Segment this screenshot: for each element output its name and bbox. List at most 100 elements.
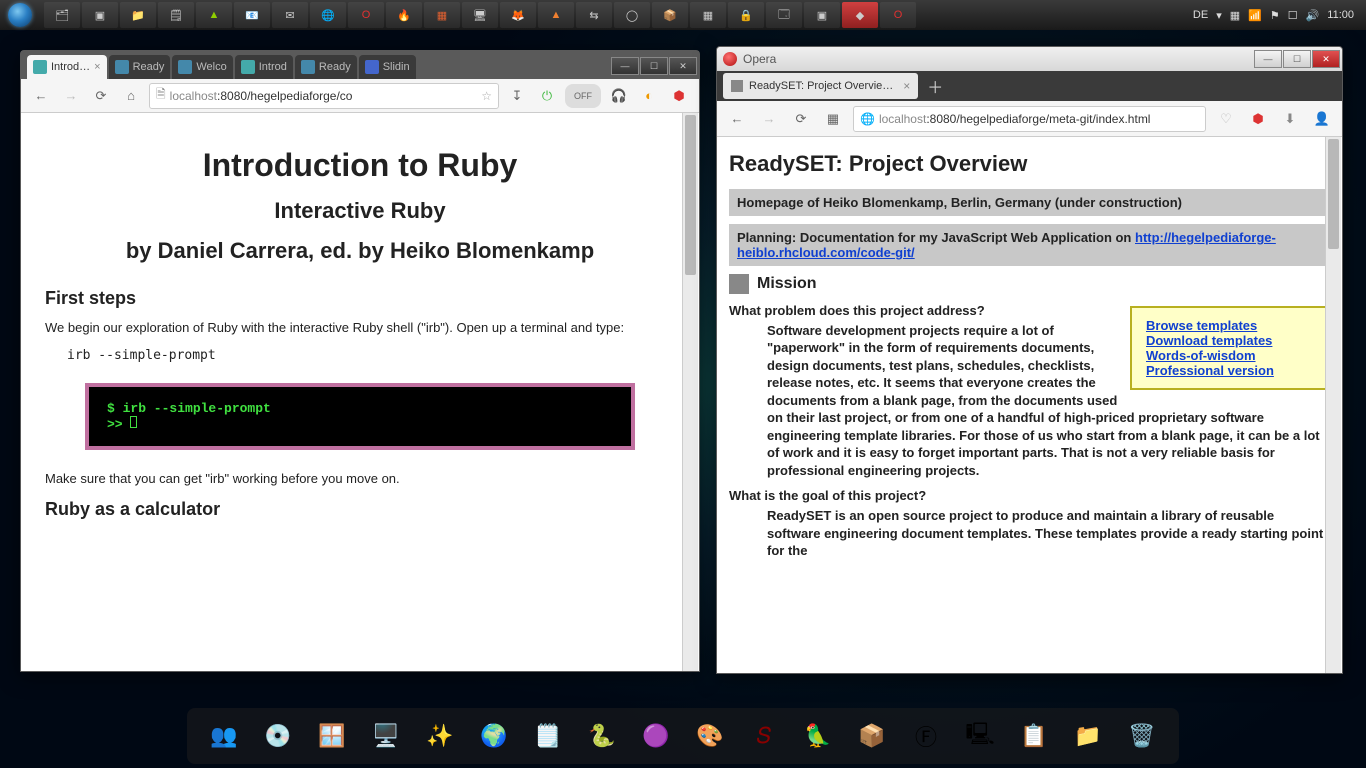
task-item[interactable]: ▲ bbox=[196, 2, 232, 28]
scrollbar[interactable] bbox=[1325, 137, 1341, 673]
task-item[interactable]: ▣ bbox=[82, 2, 118, 28]
tab-close-icon[interactable]: × bbox=[94, 61, 100, 73]
link-words-of-wisdom[interactable]: Words-of-wisdom bbox=[1146, 348, 1314, 363]
task-item[interactable]: ◯ bbox=[614, 2, 650, 28]
heart-icon[interactable]: ♡ bbox=[1214, 107, 1238, 131]
ext-icon[interactable]: ◐ bbox=[637, 84, 661, 108]
tab[interactable]: Welco bbox=[172, 55, 232, 79]
task-item[interactable]: 🗒 bbox=[158, 2, 194, 28]
tray-dropdown-icon[interactable]: ▾ bbox=[1216, 9, 1222, 22]
ext-icon[interactable]: ⬢ bbox=[667, 84, 691, 108]
home-button[interactable]: ⌂ bbox=[119, 84, 143, 108]
forward-button[interactable]: → bbox=[757, 107, 781, 131]
tray-icon[interactable]: ☐ bbox=[1288, 9, 1298, 22]
star-icon[interactable]: ☆ bbox=[481, 89, 492, 103]
ext-icon[interactable]: ↧ bbox=[505, 84, 529, 108]
task-item[interactable]: 📦 bbox=[652, 2, 688, 28]
tab-readyset[interactable]: ReadySET: Project Overvie… × bbox=[723, 73, 918, 99]
url-bar[interactable]: 🌐 localhost:8080/hegelpediaforge/meta-gi… bbox=[853, 106, 1206, 132]
clock[interactable]: 11:00 bbox=[1327, 9, 1354, 21]
scrollbar-thumb[interactable] bbox=[1328, 139, 1339, 249]
start-button[interactable] bbox=[0, 0, 40, 30]
dock-item[interactable]: 🐍 bbox=[579, 713, 625, 759]
ext-icon[interactable]: ⏻ bbox=[535, 84, 559, 108]
tab-label: Slidin bbox=[383, 61, 410, 73]
minimize-button[interactable]: — bbox=[611, 57, 639, 75]
dock-item[interactable]: 🪟 bbox=[309, 713, 355, 759]
network-icon[interactable]: 📶 bbox=[1248, 9, 1262, 22]
task-item[interactable]: ✉ bbox=[272, 2, 308, 28]
dock-item[interactable]: 🌍 bbox=[471, 713, 517, 759]
dock-item[interactable]: 📋 bbox=[1011, 713, 1057, 759]
task-item[interactable]: ◆ bbox=[842, 2, 878, 28]
task-item[interactable]: 🖥 bbox=[462, 2, 498, 28]
close-button[interactable]: ✕ bbox=[669, 57, 697, 75]
task-item[interactable]: 🗔 bbox=[766, 2, 802, 28]
maximize-button[interactable]: ☐ bbox=[1283, 50, 1311, 68]
link-browse-templates[interactable]: Browse templates bbox=[1146, 318, 1314, 333]
scrollbar[interactable] bbox=[682, 113, 698, 671]
dock-item[interactable]: 🗑️ bbox=[1119, 713, 1165, 759]
url-bar[interactable]: 🗎 localhost:8080/hegelpediaforge/co ☆ bbox=[149, 83, 499, 109]
task-item[interactable]: O bbox=[880, 2, 916, 28]
tray-icon[interactable]: ⚑ bbox=[1270, 9, 1280, 22]
tab-close-icon[interactable]: × bbox=[903, 79, 910, 93]
dock-item[interactable]: 🖳 bbox=[957, 713, 1003, 759]
language-indicator[interactable]: DE bbox=[1193, 9, 1208, 21]
forward-button[interactable]: → bbox=[59, 84, 83, 108]
task-item[interactable]: 🦊 bbox=[500, 2, 536, 28]
dock-item[interactable]: 𝑆 bbox=[741, 713, 787, 759]
task-item[interactable]: 🔥 bbox=[386, 2, 422, 28]
reload-button[interactable]: ⟳ bbox=[89, 84, 113, 108]
tab[interactable]: Ready bbox=[109, 55, 171, 79]
task-item[interactable]: ▲ bbox=[538, 2, 574, 28]
task-item[interactable]: 🔒 bbox=[728, 2, 764, 28]
dock-item[interactable]: 👥 bbox=[201, 713, 247, 759]
dock-item[interactable]: 🎨 bbox=[687, 713, 733, 759]
back-button[interactable]: ← bbox=[29, 84, 53, 108]
dock-item[interactable]: 🗒️ bbox=[525, 713, 571, 759]
new-tab-button[interactable]: ＋ bbox=[924, 75, 946, 97]
dock-item[interactable]: 🟣 bbox=[633, 713, 679, 759]
back-button[interactable]: ← bbox=[725, 107, 749, 131]
maximize-button[interactable]: ☐ bbox=[640, 57, 668, 75]
download-icon[interactable]: ⬇ bbox=[1278, 107, 1302, 131]
app-title: Opera bbox=[743, 52, 776, 66]
dock-item[interactable]: 🖥️ bbox=[363, 713, 409, 759]
taskbar-items: 🗂 ▣ 📁 🗒 ▲ 📧 ✉ 🌐 O 🔥 ▦ 🖥 🦊 ▲ ⇆ ◯ 📦 ▦ 🔒 🗔 … bbox=[44, 2, 916, 28]
link-professional-version[interactable]: Professional version bbox=[1146, 363, 1314, 378]
answer: ReadySET is an open source project to pr… bbox=[767, 507, 1330, 560]
task-item[interactable]: 📁 bbox=[120, 2, 156, 28]
volume-icon[interactable]: 🔊 bbox=[1306, 9, 1320, 22]
tab[interactable]: Slidin bbox=[359, 55, 416, 79]
scrollbar-thumb[interactable] bbox=[685, 115, 696, 275]
profile-icon[interactable]: 👤 bbox=[1310, 107, 1334, 131]
task-item[interactable]: 📧 bbox=[234, 2, 270, 28]
reload-button[interactable]: ⟳ bbox=[789, 107, 813, 131]
link-download-templates[interactable]: Download templates bbox=[1146, 333, 1314, 348]
tray-icon[interactable]: ▦ bbox=[1230, 9, 1240, 22]
dock-item[interactable]: 🦜 bbox=[795, 713, 841, 759]
ext-icon[interactable]: 🎧 bbox=[607, 84, 631, 108]
task-item[interactable]: 🗂 bbox=[44, 2, 80, 28]
task-item[interactable]: 🌐 bbox=[310, 2, 346, 28]
dock-item[interactable]: 📦 bbox=[849, 713, 895, 759]
task-item[interactable]: ▣ bbox=[804, 2, 840, 28]
task-item[interactable]: O bbox=[348, 2, 384, 28]
tab-introduction[interactable]: Introd…× bbox=[27, 55, 107, 79]
speeddial-button[interactable]: ▦ bbox=[821, 107, 845, 131]
task-item[interactable]: ▦ bbox=[424, 2, 460, 28]
task-item[interactable]: ▦ bbox=[690, 2, 726, 28]
dock-item[interactable]: Ⓕ bbox=[903, 713, 949, 759]
close-button[interactable]: ✕ bbox=[1312, 50, 1340, 68]
ext-icon[interactable]: ⬢ bbox=[1246, 107, 1270, 131]
tab[interactable]: Ready bbox=[295, 55, 357, 79]
dock-item[interactable]: ✨ bbox=[417, 713, 463, 759]
task-item[interactable]: ⇆ bbox=[576, 2, 612, 28]
dock-item[interactable]: 💿 bbox=[255, 713, 301, 759]
tab[interactable]: Introd bbox=[235, 55, 293, 79]
minimize-button[interactable]: — bbox=[1254, 50, 1282, 68]
dock-item[interactable]: 📁 bbox=[1065, 713, 1111, 759]
ext-toggle[interactable]: OFF bbox=[565, 84, 601, 108]
page-title: ReadySET: Project Overview bbox=[729, 151, 1330, 177]
